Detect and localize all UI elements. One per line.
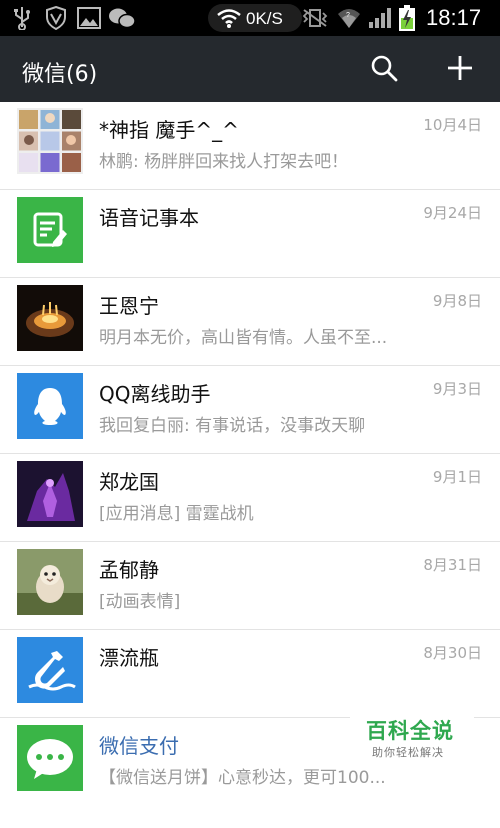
search-button[interactable] (364, 50, 404, 90)
chat-row[interactable]: 孟郁静 8月31日 [动画表情] (0, 542, 500, 630)
chat-row[interactable]: 王恩宁 9月8日 明月本无价，高山皆有情。人虽不至... (0, 278, 500, 366)
chat-time: 8月31日 (423, 556, 482, 574)
chat-time: 8月30日 (423, 644, 482, 662)
drift-bottle-avatar (17, 637, 83, 703)
voice-notepad-avatar (17, 197, 83, 263)
chat-time: 9月8日 (432, 292, 482, 310)
wechat-icon (108, 6, 136, 34)
wifi-icon (216, 7, 242, 33)
notepad-icon (17, 197, 83, 263)
contact-avatar (17, 285, 83, 351)
wechat-bubble-icon (17, 725, 83, 791)
shield-icon (45, 5, 67, 34)
wifi-signal-icon: ? (337, 6, 361, 34)
qq-penguin-icon (17, 373, 83, 439)
chat-name: 漂流瓶 (99, 646, 159, 670)
bottle-icon (17, 637, 83, 703)
chat-preview: 明月本无价，高山皆有情。人虽不至... (99, 328, 388, 348)
chat-name: 微信支付 (99, 734, 179, 758)
chat-time: 9月24日 (423, 204, 482, 222)
chat-row[interactable]: QQ离线助手 9月3日 我回复白丽: 有事说话，没事改天聊 (0, 366, 500, 454)
chat-row[interactable]: 郑龙国 9月1日 [应用消息] 雷霆战机 (0, 454, 500, 542)
chat-row[interactable]: *神指 魔手^_^ 10月4日 林鹏: 杨胖胖回来找人打架去吧！ (0, 102, 500, 190)
chat-name: QQ离线助手 (99, 382, 211, 406)
chat-time: 9月1日 (432, 468, 482, 486)
chat-preview: [动画表情] (99, 592, 181, 612)
chat-name: 语音记事本 (99, 206, 199, 230)
chat-name: *神指 魔手^_^ (99, 118, 239, 142)
image-icon (77, 6, 101, 34)
chat-preview: 我回复白丽: 有事说话，没事改天聊 (99, 416, 366, 436)
contact-avatar (17, 549, 83, 615)
chat-name: 孟郁静 (99, 558, 159, 582)
chat-preview: 【微信送月饼】心意秒达，更可100... (99, 768, 386, 788)
wechat-pay-avatar (17, 725, 83, 791)
usb-icon (12, 6, 32, 34)
chat-time: 10月4日 (423, 116, 482, 134)
site-watermark: 百科全说 助你轻松解决 (350, 713, 474, 763)
app-title: 微信(6) (22, 62, 98, 87)
chat-preview: [应用消息] 雷霆战机 (99, 504, 254, 524)
chat-name: 王恩宁 (99, 294, 159, 318)
cell-signal-icon (368, 6, 394, 34)
vibrate-icon (302, 8, 328, 32)
svg-text:?: ? (346, 12, 350, 19)
network-speed: 0K/S (246, 9, 283, 28)
add-button[interactable] (440, 50, 480, 90)
chat-row[interactable]: 漂流瓶 8月30日 (0, 630, 500, 718)
chat-name: 郑龙国 (99, 470, 159, 494)
contact-avatar (17, 461, 83, 527)
search-icon (370, 54, 398, 86)
chat-time: 9月3日 (432, 380, 482, 398)
status-bar: 0K/S ? 18:17 (0, 0, 500, 36)
app-bar: 微信(6) (0, 36, 500, 102)
battery-charging-icon (398, 4, 416, 36)
qq-avatar (17, 373, 83, 439)
plus-icon (446, 54, 474, 86)
status-clock: 18:17 (426, 5, 482, 30)
group-avatar (17, 108, 83, 174)
chat-preview: 林鹏: 杨胖胖回来找人打架去吧！ (99, 152, 349, 172)
chat-row[interactable]: 语音记事本 9月24日 (0, 190, 500, 278)
watermark-subtitle: 助你轻松解决 (372, 746, 444, 759)
watermark-title: 百科全说 (366, 719, 454, 743)
